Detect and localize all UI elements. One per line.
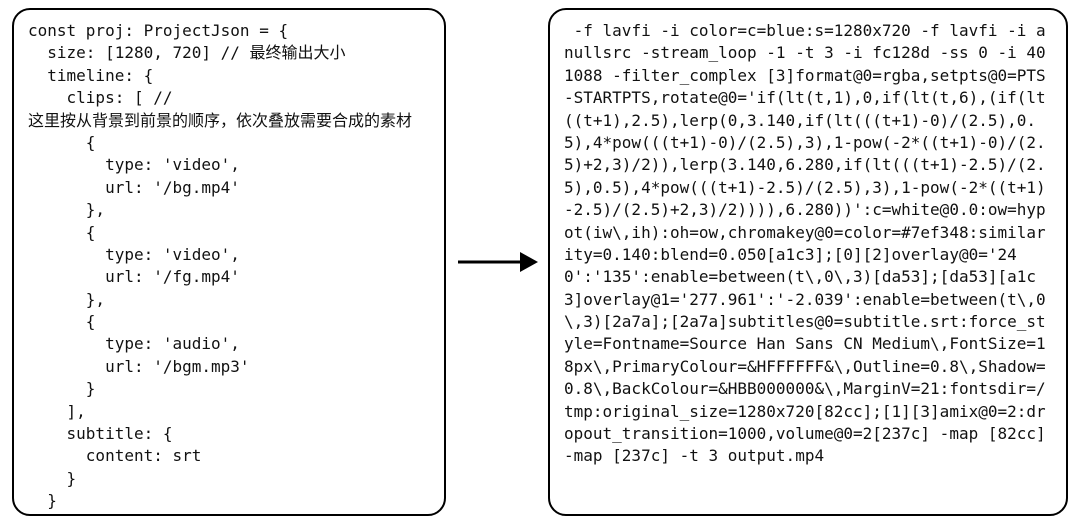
left-code-pane: const proj: ProjectJson = { size: [1280,…: [12, 8, 446, 516]
project-json-code: const proj: ProjectJson = { size: [1280,…: [28, 21, 412, 516]
right-command-pane: -f lavfi -i color=c=blue:s=1280x720 -f l…: [548, 8, 1068, 516]
ffmpeg-command: -f lavfi -i color=c=blue:s=1280x720 -f l…: [564, 21, 1055, 465]
arrow-icon: [456, 242, 538, 282]
arrow-container: [456, 8, 538, 516]
